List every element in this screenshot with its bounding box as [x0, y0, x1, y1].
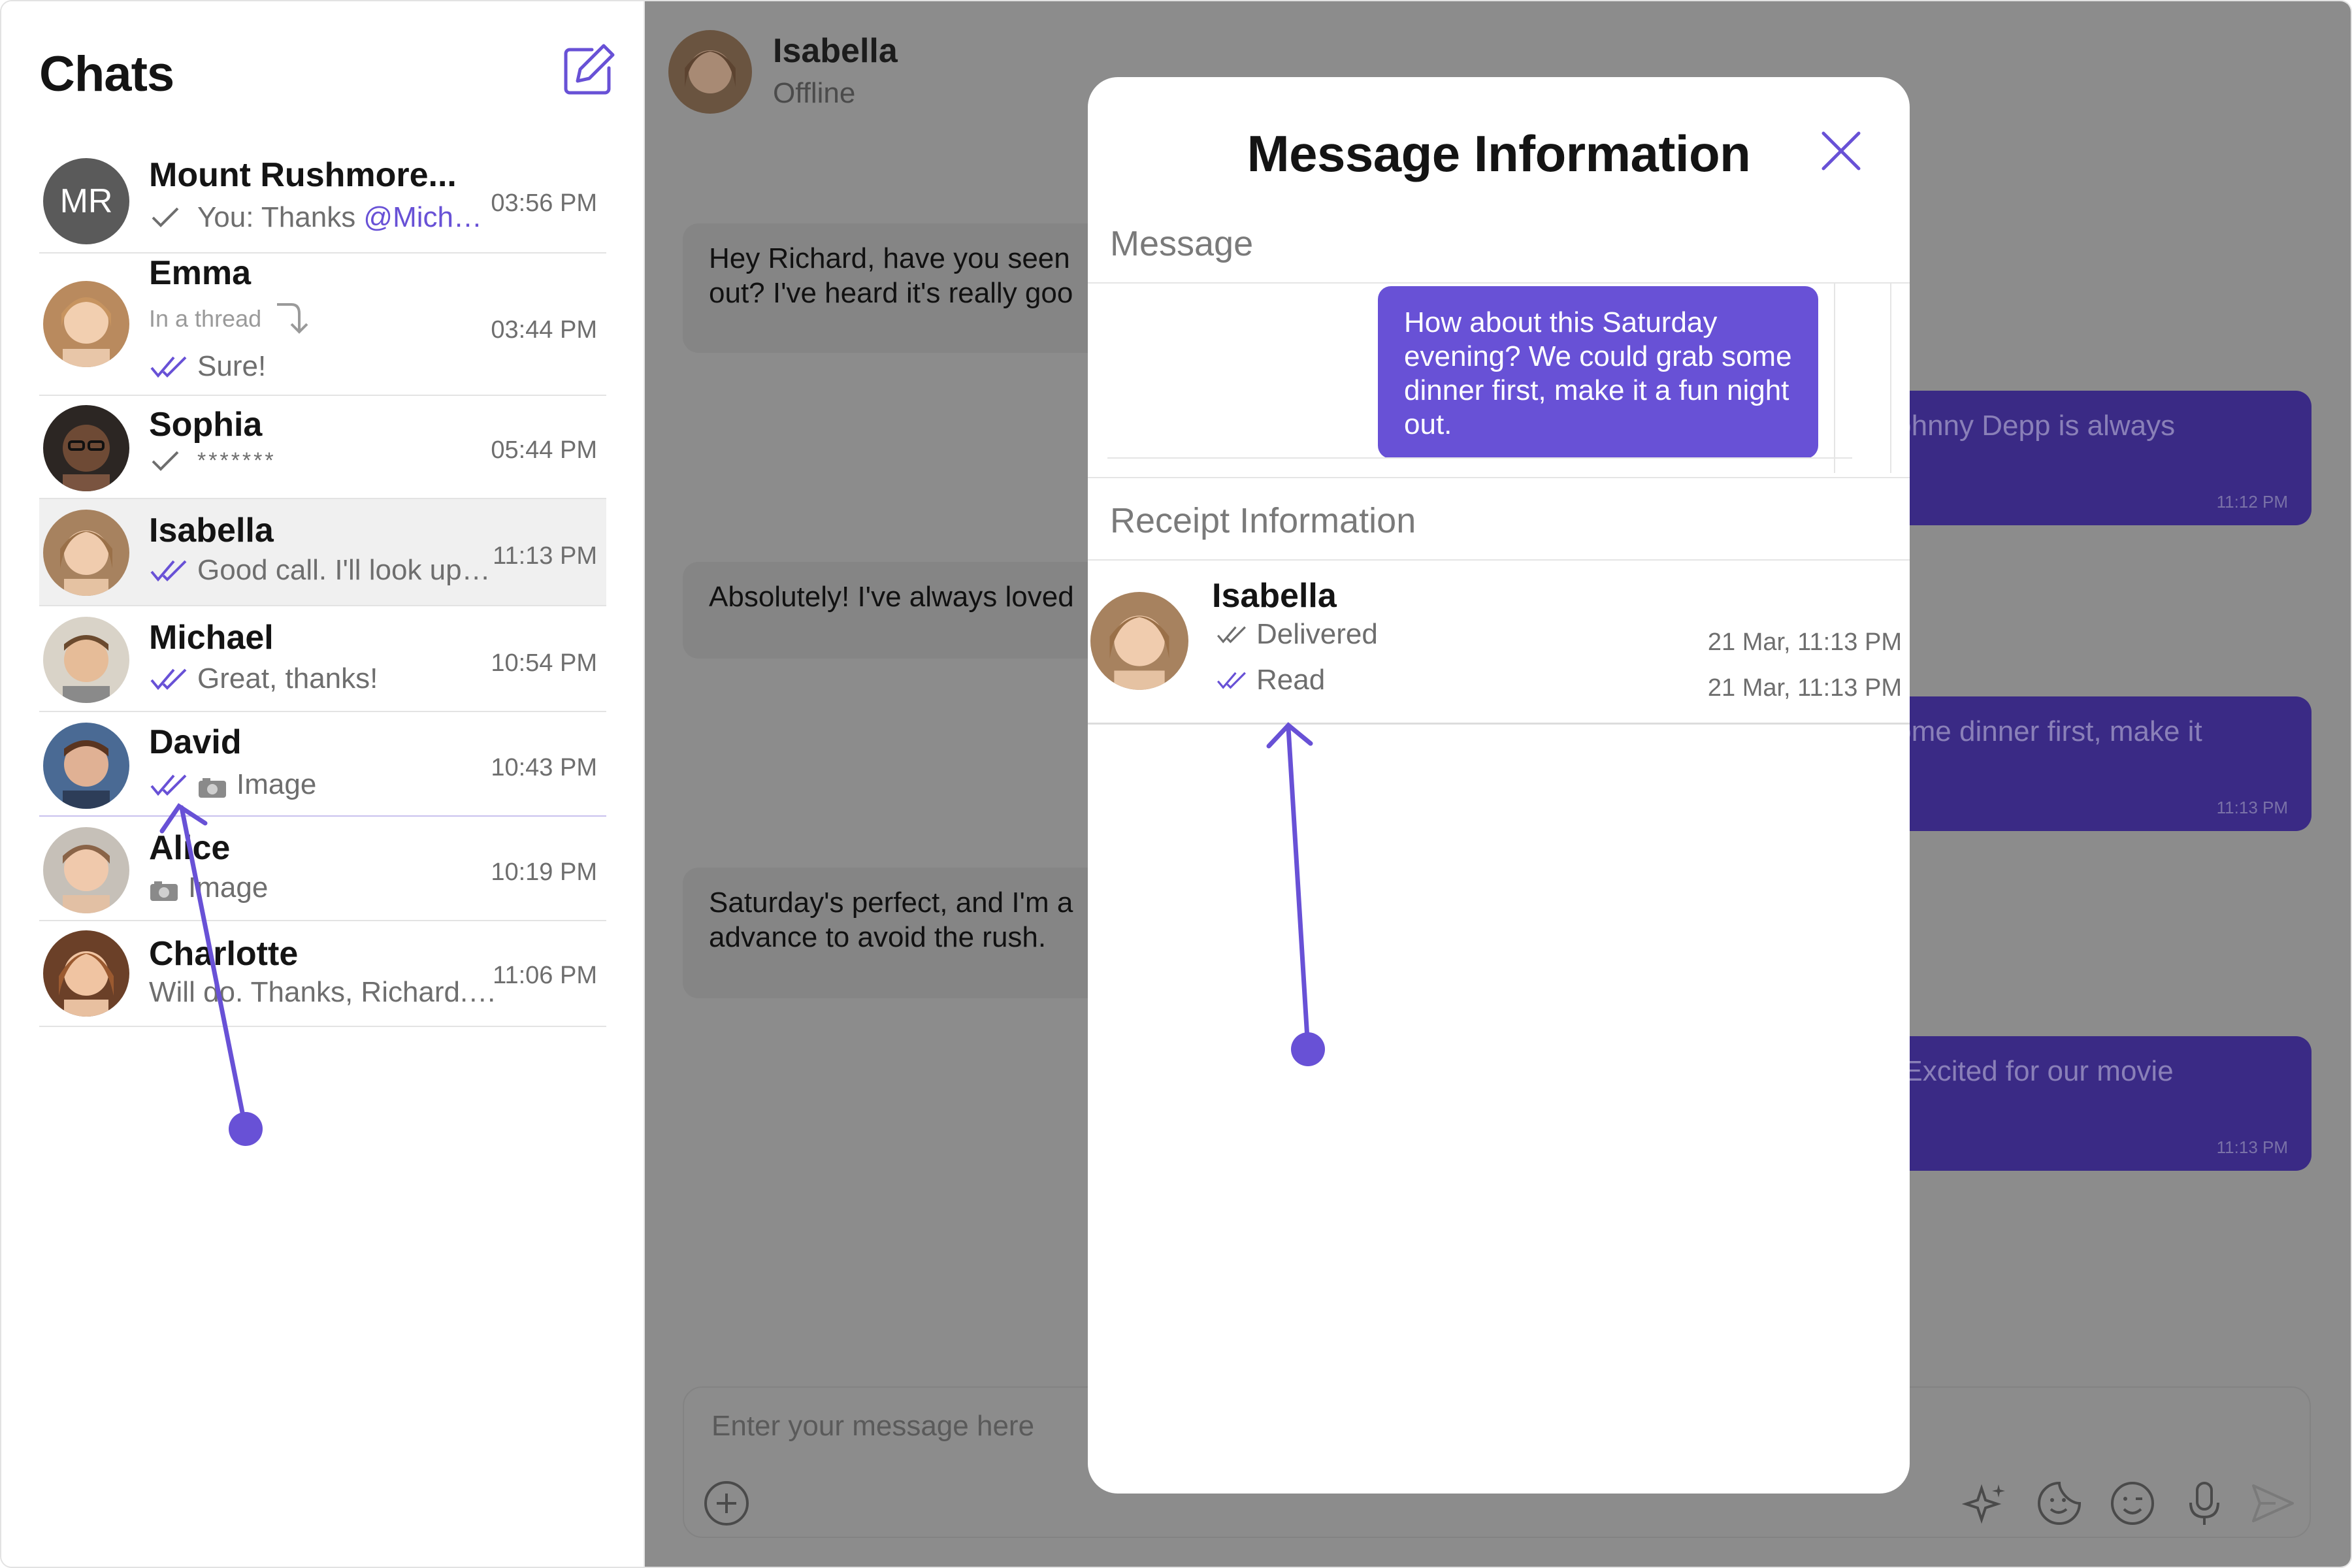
delivered-row: Delivered	[1216, 618, 1378, 651]
chat-time: 05:44 PM	[491, 436, 597, 464]
divider	[1088, 477, 1910, 478]
chat-time: 03:56 PM	[491, 189, 597, 217]
chat-name: Michael	[149, 619, 274, 657]
delivered-double-check-icon	[1216, 625, 1247, 644]
sticker-icon[interactable]	[2035, 1479, 2083, 1527]
message-information-dialog: Message Information Message How about th…	[1088, 77, 1910, 1494]
chat-list-item[interactable]: Sophia ******* 05:44 PM	[39, 396, 606, 499]
image-icon	[197, 774, 227, 798]
avatar	[43, 723, 129, 809]
message-time: 11:12 PM	[2216, 491, 2288, 512]
chat-preview: You: Thanks @Mich…	[149, 201, 482, 234]
read-double-check-icon	[149, 667, 188, 691]
chat-preview: Good call. I'll look up…	[149, 554, 491, 587]
add-attachment-icon[interactable]	[702, 1479, 751, 1527]
message-input[interactable]: Enter your message here	[711, 1410, 1034, 1443]
divider	[1834, 284, 1835, 473]
divider	[1088, 282, 1910, 284]
chat-name: Sophia	[149, 406, 263, 444]
chat-preview: Image	[149, 768, 316, 801]
chat-time: 11:06 PM	[493, 962, 597, 989]
presence-status: Offline	[773, 77, 856, 109]
read-row: Read	[1216, 664, 1325, 696]
delivered-time: 21 Mar, 11:13 PM	[1707, 629, 1902, 656]
avatar: MR	[43, 158, 129, 244]
chat-name: David	[149, 723, 242, 761]
avatar	[43, 930, 129, 1017]
read-double-check-icon	[149, 773, 188, 796]
read-double-check-icon	[149, 355, 188, 378]
chat-list-item[interactable]: MR Mount Rushmore... You: Thanks @Mich… …	[39, 149, 606, 253]
microphone-icon[interactable]	[2180, 1479, 2229, 1527]
read-double-check-icon	[1216, 670, 1247, 690]
thread-hint: In a thread	[149, 299, 310, 338]
chat-list-item[interactable]: Emma In a thread Sure! 03:44 PM	[39, 253, 606, 396]
emoji-icon[interactable]	[2108, 1479, 2157, 1527]
app-window: Chats MR Mount Rushmore... You: Thanks @…	[0, 0, 2352, 1568]
close-icon[interactable]	[1818, 128, 1864, 174]
avatar	[1090, 592, 1188, 690]
chat-time: 10:54 PM	[491, 649, 597, 677]
chat-list-item[interactable]: Charlotte Will do. Thanks, Richard.… 11:…	[39, 921, 606, 1027]
avatar	[43, 510, 129, 596]
ai-sparkle-icon[interactable]	[1962, 1479, 2010, 1527]
read-time: 21 Mar, 11:13 PM	[1707, 674, 1902, 702]
sent-check-icon	[149, 449, 188, 473]
chat-list-item[interactable]: David Image 10:43 PM	[39, 712, 606, 817]
sent-check-icon	[149, 206, 188, 229]
chat-name: Mount Rushmore...	[149, 156, 457, 194]
chat-list-item[interactable]: Michael Great, thanks! 10:54 PM	[39, 606, 606, 712]
message-bubble: How about this Saturday evening? We coul…	[1378, 286, 1818, 459]
chat-preview: Sure!	[149, 350, 266, 383]
compose-icon[interactable]	[561, 42, 617, 98]
chat-preview: Great, thanks!	[149, 662, 378, 695]
divider	[1107, 457, 1852, 459]
chat-time: 10:43 PM	[491, 754, 597, 781]
chat-name: Alice	[149, 829, 231, 867]
divider	[1890, 284, 1891, 473]
read-double-check-icon	[149, 559, 188, 582]
chat-name: Isabella	[149, 512, 274, 549]
avatar	[43, 405, 129, 491]
thread-arrow-icon	[277, 303, 308, 334]
avatar	[43, 281, 129, 367]
avatar	[43, 827, 129, 913]
chat-preview: Will do. Thanks, Richard.…	[149, 976, 497, 1008]
sidebar-title: Chats	[39, 46, 174, 102]
chat-list-item-active[interactable]: Isabella Good call. I'll look up… 11:13 …	[39, 499, 606, 606]
message-section-label: Message	[1110, 224, 1254, 263]
send-icon[interactable]	[2248, 1479, 2296, 1527]
divider	[1088, 559, 1910, 561]
chat-preview: Image	[149, 872, 268, 904]
avatar	[43, 617, 129, 703]
avatar	[668, 30, 752, 114]
image-icon	[149, 877, 179, 901]
chat-list-sidebar: Chats MR Mount Rushmore... You: Thanks @…	[1, 1, 645, 1567]
chat-time: 03:44 PM	[491, 316, 597, 344]
chat-time: 10:19 PM	[491, 858, 597, 886]
chat-preview: *******	[149, 448, 276, 474]
dialog-title: Message Information	[1247, 125, 1751, 182]
message-time: 11:13 PM	[2216, 1137, 2288, 1157]
divider	[1088, 723, 1910, 725]
chat-list-item[interactable]: Alice Image 10:19 PM	[39, 817, 606, 921]
conversation-title: Isabella	[773, 32, 898, 70]
chat-name: Emma	[149, 254, 252, 292]
receipt-recipient-name: Isabella	[1212, 577, 1337, 615]
chat-time: 11:13 PM	[493, 542, 597, 570]
chat-name: Charlotte	[149, 935, 299, 973]
message-time: 11:13 PM	[2216, 797, 2288, 817]
receipt-section-label: Receipt Information	[1110, 501, 1416, 540]
